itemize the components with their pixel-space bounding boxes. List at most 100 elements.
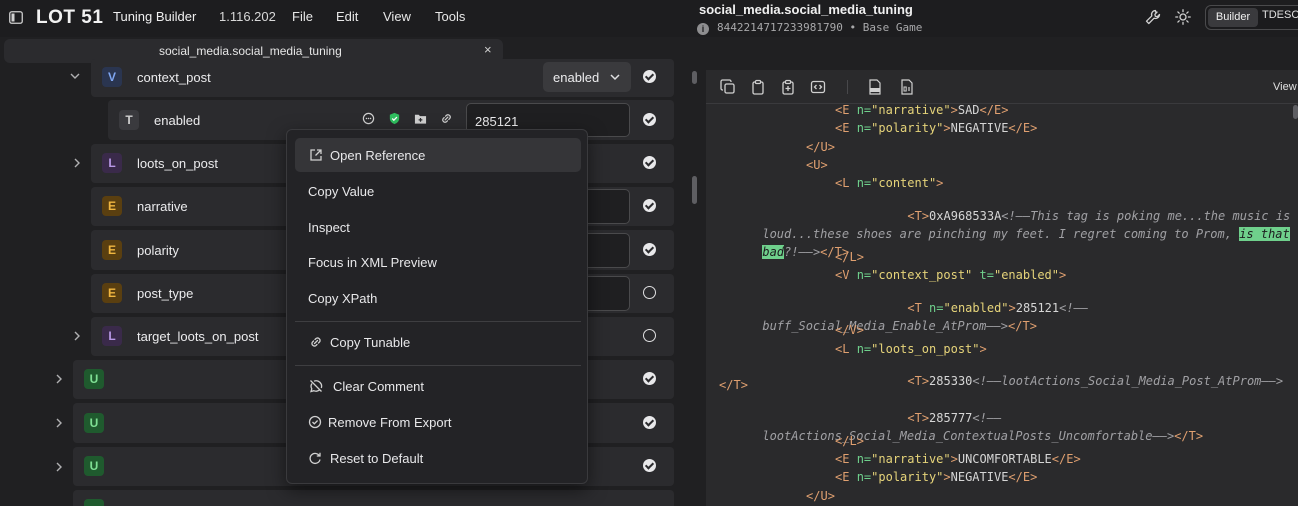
type-badge: E xyxy=(102,196,122,216)
xml-line: <E n="narrative">UNCOMFORTABLE</E> xyxy=(835,452,1081,466)
xml-toolbar: View xyxy=(706,70,1298,104)
wrench-icon[interactable] xyxy=(1145,9,1161,25)
menu-reset-to-default[interactable]: Reset to Default xyxy=(295,441,581,475)
check-circle-icon xyxy=(308,415,322,429)
binary-file-icon[interactable] xyxy=(899,79,915,95)
status-checked-icon[interactable] xyxy=(643,372,656,385)
status-checked-icon[interactable] xyxy=(643,113,656,126)
status-checked-icon[interactable] xyxy=(643,156,656,169)
instance-id: 8442214717233981790 xyxy=(717,21,843,34)
status-checked-icon[interactable] xyxy=(643,199,656,212)
context-menu: Open Reference Copy Value Inspect Focus … xyxy=(286,129,588,484)
row-label: target_loots_on_post xyxy=(137,329,259,344)
chevron-down-icon xyxy=(610,74,620,81)
xml-view-menu[interactable]: View xyxy=(1273,81,1297,93)
mode-toggle: Builder TDESC xyxy=(1205,5,1298,30)
xml-line: <L n="content"> xyxy=(835,176,944,190)
comment-icon[interactable] xyxy=(362,112,375,125)
row-label: enabled xyxy=(154,113,201,128)
menu-edit[interactable]: Edit xyxy=(336,9,358,24)
status-unchecked-icon[interactable] xyxy=(643,329,656,342)
xml-comment: <!—— xyxy=(1059,301,1089,315)
app-logo: LOT 51 xyxy=(36,7,104,28)
menu-tools[interactable]: Tools xyxy=(435,9,465,24)
status-checked-icon[interactable] xyxy=(643,416,656,429)
type-badge: E xyxy=(102,240,122,260)
chevron-right-icon[interactable] xyxy=(56,418,63,428)
xml-line: <L n="loots_on_post"> xyxy=(835,342,987,356)
xml-line: </L> xyxy=(835,250,864,264)
row-label: polarity xyxy=(137,243,179,258)
chevron-right-icon[interactable] xyxy=(74,158,81,168)
shield-check-icon[interactable] xyxy=(388,112,401,125)
type-badge: L xyxy=(102,326,122,346)
tree-scroll-up[interactable] xyxy=(692,71,697,84)
info-icon[interactable]: i xyxy=(697,23,709,35)
chevron-right-icon[interactable] xyxy=(56,462,63,472)
code-icon[interactable] xyxy=(810,79,826,95)
type-badge: U xyxy=(84,369,104,389)
app-version: 1.116.202 xyxy=(219,9,276,24)
copy-icon[interactable] xyxy=(720,79,736,95)
mode-tdesc-button[interactable]: TDESC xyxy=(1262,9,1298,21)
comment-off-icon xyxy=(310,380,323,393)
type-badge: E xyxy=(102,283,122,303)
clipboard-add-icon[interactable] xyxy=(780,79,796,95)
app-name: Tuning Builder xyxy=(113,9,197,24)
row-label: narrative xyxy=(137,199,188,214)
pack-name: Base Game xyxy=(862,21,923,34)
tree-scrollbar-thumb[interactable] xyxy=(692,176,697,204)
menu-copy-tunable[interactable]: Copy Tunable xyxy=(295,325,581,359)
xml-line: </U> xyxy=(806,489,835,503)
menu-view[interactable]: View xyxy=(383,9,411,24)
xml-file-icon[interactable] xyxy=(867,79,883,95)
xml-line: <E n="narrative">SAD</E> xyxy=(835,103,1009,117)
menu-copy-xpath[interactable]: Copy XPath xyxy=(295,281,581,315)
xml-line: </V> xyxy=(835,323,864,337)
menu-remove-from-export[interactable]: Remove From Export xyxy=(295,405,581,439)
xml-line: <T>285330<!——lootActions_Social_Media_Po… xyxy=(907,374,1284,388)
status-checked-icon[interactable] xyxy=(643,70,656,83)
type-badge xyxy=(84,499,104,506)
menu-file[interactable]: File xyxy=(292,9,313,24)
tree-row-partial[interactable] xyxy=(73,490,674,506)
xml-line: <U> xyxy=(806,158,828,172)
type-badge: T xyxy=(119,110,139,130)
toolbar-divider xyxy=(847,80,848,94)
chevron-down-icon[interactable] xyxy=(70,73,80,80)
clipboard-icon[interactable] xyxy=(750,79,766,95)
chevron-right-icon[interactable] xyxy=(74,331,81,341)
xml-comment: <!——lootActions_Social_Media_Post_AtProm… xyxy=(972,374,1284,388)
link-icon xyxy=(311,337,321,347)
tab-label: social_media.social_media_tuning xyxy=(159,44,342,58)
xml-line: </U> xyxy=(806,140,835,154)
menu-focus-xml-preview[interactable]: Focus in XML Preview xyxy=(295,245,581,279)
xml-scroll-up[interactable] xyxy=(1293,105,1298,119)
status-checked-icon[interactable] xyxy=(643,243,656,256)
type-badge: U xyxy=(84,456,104,476)
link-icon[interactable] xyxy=(440,112,453,125)
xml-search-highlight: is that xyxy=(1239,227,1290,241)
menu-copy-value[interactable]: Copy Value xyxy=(295,174,581,208)
menu-inspect[interactable]: Inspect xyxy=(295,210,581,244)
menu-clear-comment[interactable]: Clear Comment xyxy=(295,369,581,403)
menu-divider xyxy=(295,365,581,366)
row-label: post_type xyxy=(137,286,194,301)
type-badge: L xyxy=(102,153,122,173)
sidebar-toggle-icon[interactable] xyxy=(9,11,23,24)
menu-divider xyxy=(295,321,581,322)
variant-dropdown[interactable]: enabled xyxy=(543,62,631,92)
type-badge: U xyxy=(84,413,104,433)
xml-line: <V n="context_post" t="enabled"> xyxy=(835,268,1067,282)
status-unchecked-icon[interactable] xyxy=(643,286,656,299)
theme-sun-icon[interactable] xyxy=(1175,9,1191,25)
row-label: context_post xyxy=(137,70,211,85)
chevron-right-icon[interactable] xyxy=(56,374,63,384)
tab-close-icon[interactable]: × xyxy=(484,42,492,57)
tree-row-context-post[interactable]: V context_post enabled xyxy=(91,59,674,97)
status-checked-icon[interactable] xyxy=(643,459,656,472)
title-bar: LOT 51 Tuning Builder 1.116.202 File Edi… xyxy=(0,0,1298,37)
folder-add-icon[interactable] xyxy=(414,112,427,125)
mode-builder-button[interactable]: Builder xyxy=(1208,8,1258,27)
menu-open-reference[interactable]: Open Reference xyxy=(295,138,581,172)
